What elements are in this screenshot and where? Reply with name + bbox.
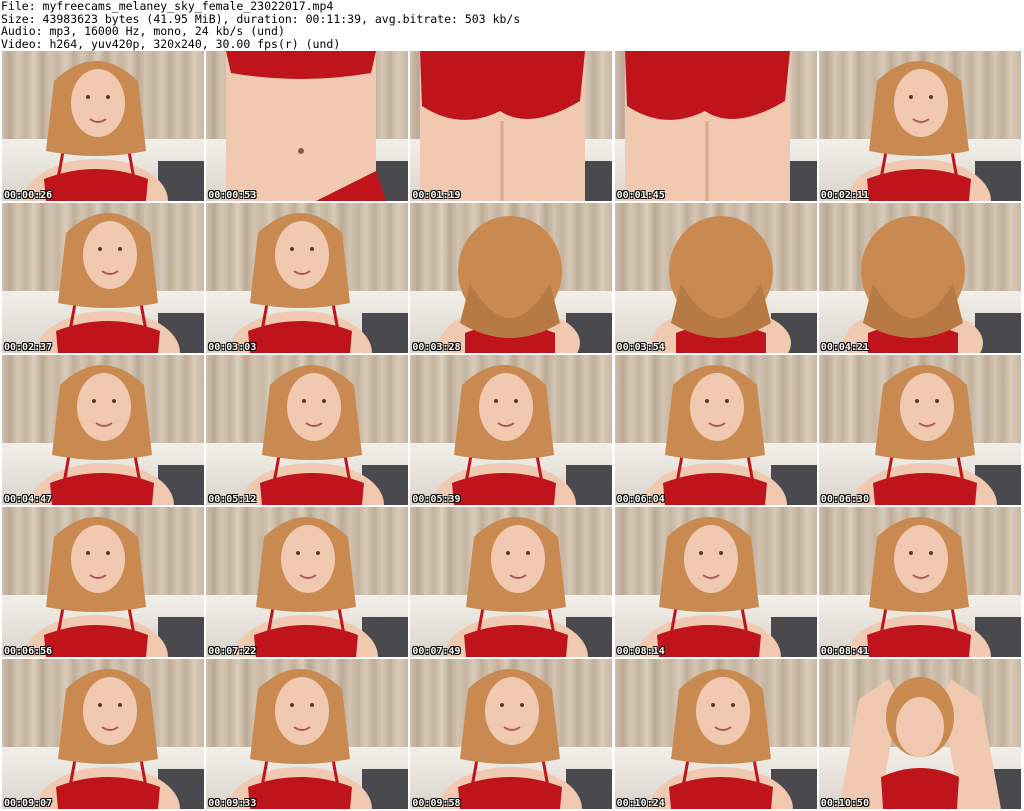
person-figure (432, 365, 577, 505)
frame-timestamp: 00:07:22 (208, 646, 257, 657)
video-frame-thumbnail: 00:00:26 (2, 51, 204, 201)
video-frame-thumbnail: 00:07:22 (206, 507, 409, 657)
frame-timestamp: 00:00:53 (208, 190, 257, 201)
video-frame-thumbnail: 00:04:21 (818, 203, 1021, 353)
video-frame-thumbnail: 00:04:47 (2, 355, 204, 505)
video-frame-thumbnail: 00:05:39 (410, 355, 613, 505)
frame-timestamp: 00:09:58 (412, 798, 461, 809)
frame-timestamp: 00:03:28 (412, 342, 461, 353)
frame-timestamp: 00:02:11 (820, 190, 869, 201)
person-figure (440, 216, 581, 353)
frame-timestamp: 00:00:26 (4, 190, 53, 201)
person-figure (648, 669, 793, 809)
video-frame-thumbnail: 00:08:41 (818, 507, 1021, 657)
video-frame-thumbnail: 00:03:54 (614, 203, 817, 353)
video-frame-thumbnail: 00:03:28 (410, 203, 613, 353)
video-frame-thumbnail: 00:05:12 (206, 355, 409, 505)
frame-timestamp: 00:07:49 (412, 646, 461, 657)
frame-timestamp: 00:06:04 (616, 494, 665, 505)
person-figure (36, 669, 180, 809)
video-info-header: File: myfreecams_melaney_sky_female_2302… (0, 0, 1024, 50)
video-frame-thumbnail: 00:07:49 (410, 507, 613, 657)
frame-timestamp: 00:06:30 (820, 494, 869, 505)
video-frame-thumbnail: 00:00:53 (206, 51, 409, 201)
frame-timestamp: 00:04:21 (820, 342, 869, 353)
person-figure (240, 365, 385, 505)
person-figure (650, 216, 791, 353)
person-figure (234, 517, 379, 657)
frame-timestamp: 00:05:12 (208, 494, 257, 505)
video-frame-thumbnail: 00:10:50 (818, 659, 1021, 809)
video-frame-thumbnail: 00:09:58 (410, 659, 613, 809)
person-figure (444, 517, 589, 657)
person-figure (420, 51, 586, 201)
person-figure (30, 365, 174, 505)
person-figure (438, 669, 583, 809)
video-frame-thumbnail: 00:09:33 (206, 659, 409, 809)
frame-timestamp: 00:08:41 (820, 646, 869, 657)
frame-timestamp: 00:10:50 (820, 798, 869, 809)
video-frame-thumbnail: 00:01:45 (614, 51, 817, 201)
person-figure (24, 517, 168, 657)
file-name-line: File: myfreecams_melaney_sky_female_2302… (1, 0, 334, 13)
frame-timestamp: 00:01:45 (616, 190, 665, 201)
person-figure (636, 517, 781, 657)
video-frame-thumbnail: 00:02:11 (818, 51, 1021, 201)
person-figure (24, 61, 168, 201)
frame-timestamp: 00:06:56 (4, 646, 53, 657)
frame-timestamp: 00:08:14 (616, 646, 665, 657)
frame-timestamp: 00:03:54 (616, 342, 665, 353)
video-frame-thumbnail: 00:10:24 (614, 659, 817, 809)
frame-timestamp: 00:10:24 (616, 798, 665, 809)
person-figure (228, 669, 373, 809)
audio-line: Audio: mp3, 16000 Hz, mono, 24 kb/s (und… (1, 24, 285, 38)
person-figure (36, 213, 180, 353)
frame-timestamp: 00:09:07 (4, 798, 53, 809)
video-frame-thumbnail: 00:06:56 (2, 507, 204, 657)
frame-timestamp: 00:09:33 (208, 798, 257, 809)
video-frame-thumbnail: 00:08:14 (614, 507, 817, 657)
person-figure (642, 365, 787, 505)
person-figure (624, 51, 790, 201)
person-figure (228, 213, 373, 353)
video-frame-thumbnail: 00:03:03 (206, 203, 409, 353)
frame-timestamp: 00:05:39 (412, 494, 461, 505)
frame-timestamp: 00:01:19 (412, 190, 461, 201)
video-line: Video: h264, yuv420p, 320x240, 30.00 fps… (1, 36, 341, 51)
video-frame-thumbnail: 00:06:04 (614, 355, 817, 505)
person-figure (226, 51, 387, 201)
thumbnail-grid: 00:00:26 00:00:53 00:01:19 00:01:45 00:02:11… (2, 51, 1022, 811)
video-frame-thumbnail: 00:06:30 (818, 355, 1021, 505)
person-figure (852, 365, 997, 505)
person-figure (838, 677, 1001, 809)
frame-timestamp: 00:02:37 (4, 342, 53, 353)
person-figure (846, 517, 991, 657)
person-figure (842, 216, 983, 353)
frame-timestamp: 00:03:03 (208, 342, 257, 353)
video-frame-thumbnail: 00:02:37 (2, 203, 204, 353)
person-figure (846, 61, 991, 201)
video-frame-thumbnail: 00:09:07 (2, 659, 204, 809)
frame-timestamp: 00:04:47 (4, 494, 53, 505)
video-frame-thumbnail: 00:01:19 (410, 51, 613, 201)
